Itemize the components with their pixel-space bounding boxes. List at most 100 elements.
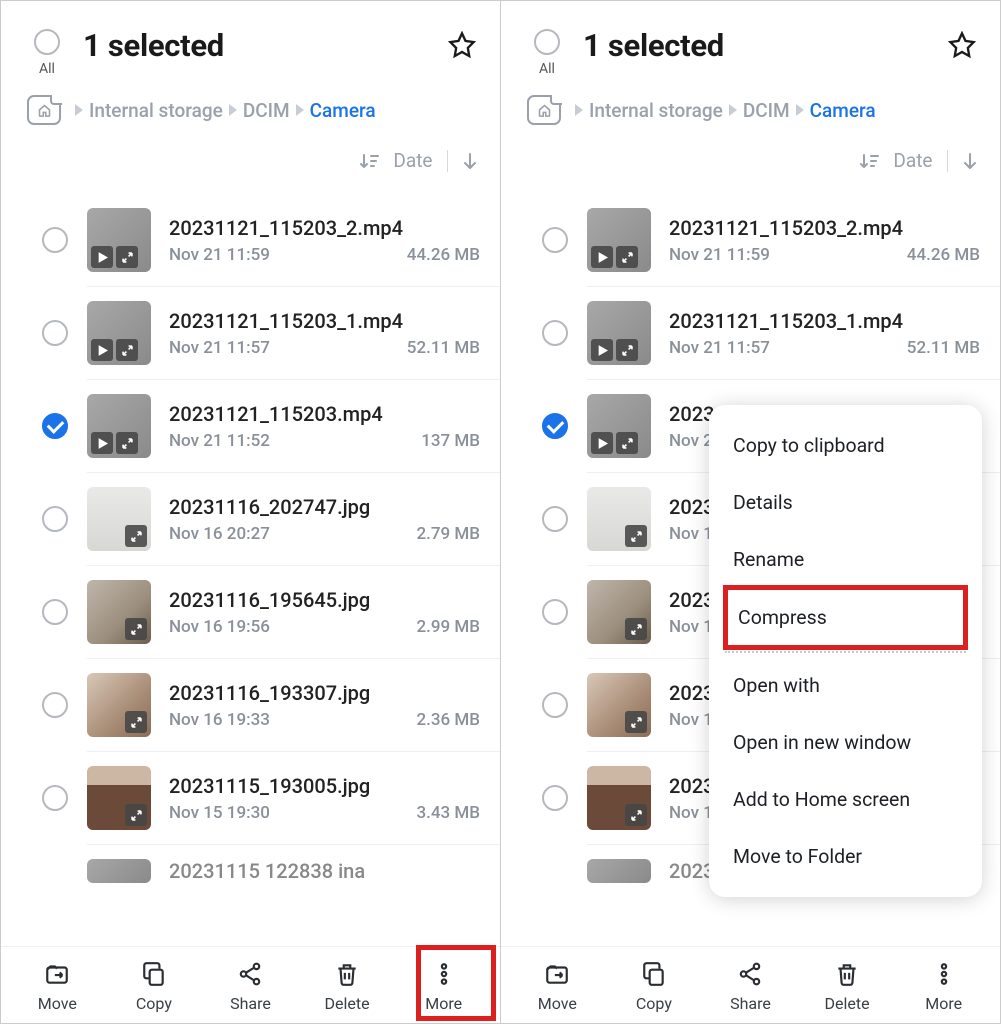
- menu-copy-clipboard[interactable]: Copy to clipboard: [709, 417, 982, 474]
- select-all[interactable]: All: [23, 29, 71, 77]
- file-size: 2.99 MB: [416, 617, 480, 637]
- sort-icon[interactable]: [859, 152, 879, 170]
- file-thumbnail[interactable]: [87, 673, 151, 737]
- expand-icon: [116, 246, 138, 268]
- file-select-radio[interactable]: [542, 692, 568, 718]
- share-button[interactable]: Share: [702, 961, 799, 1013]
- breadcrumb-item[interactable]: DCIM: [243, 99, 290, 122]
- sort-icon[interactable]: [359, 152, 379, 170]
- file-row[interactable]: 20231116_202747.jpgNov 16 20:272.79 MB: [87, 472, 500, 565]
- file-select-radio[interactable]: [42, 413, 68, 439]
- file-row[interactable]: 20231121_115203_1.mp4Nov 21 11:5752.11 M…: [87, 286, 500, 379]
- menu-separator: [725, 651, 966, 653]
- file-select-radio[interactable]: [42, 599, 68, 625]
- menu-compress[interactable]: Compress: [728, 590, 963, 645]
- file-select-radio[interactable]: [42, 692, 68, 718]
- file-select-radio[interactable]: [542, 785, 568, 811]
- file-date: Nov 21 11:59: [669, 245, 770, 265]
- delete-button[interactable]: Delete: [799, 961, 896, 1013]
- file-row[interactable]: 20231115_193005.jpgNov 15 19:303.43 MB: [87, 751, 500, 844]
- move-button[interactable]: Move: [509, 961, 606, 1013]
- file-date: Nov 21 11:52: [169, 431, 270, 451]
- play-icon: [591, 246, 613, 268]
- file-thumbnail[interactable]: [587, 301, 651, 365]
- file-row[interactable]: 20231116_193307.jpgNov 16 19:332.36 MB: [87, 658, 500, 751]
- file-row[interactable]: 20231116_195645.jpgNov 16 19:562.99 MB: [87, 565, 500, 658]
- file-thumbnail[interactable]: [587, 487, 651, 551]
- file-info: 20231121_115203_1.mp4Nov 21 11:5752.11 M…: [669, 309, 980, 358]
- file-thumbnail[interactable]: [87, 487, 151, 551]
- page-title: 1 selected: [83, 27, 448, 64]
- sort-direction-icon[interactable]: [962, 152, 978, 170]
- file-date: Nov 16 19:56: [169, 617, 270, 637]
- expand-icon: [625, 618, 647, 640]
- file-row[interactable]: 20231121_115203.mp4Nov 21 11:52137 MB: [87, 379, 500, 472]
- file-size: 44.26 MB: [907, 245, 980, 265]
- file-select-radio[interactable]: [542, 227, 568, 253]
- select-all-radio[interactable]: [34, 29, 60, 55]
- breadcrumb: Internal storage DCIM Camera: [1, 89, 500, 143]
- file-select-radio[interactable]: [542, 413, 568, 439]
- select-all-radio[interactable]: [534, 29, 560, 55]
- menu-rename[interactable]: Rename: [709, 531, 982, 588]
- favorite-button[interactable]: [448, 31, 476, 59]
- file-select-radio[interactable]: [542, 506, 568, 532]
- file-row[interactable]: 20231115 122838 ina: [87, 844, 500, 883]
- file-info: 20231121_115203_2.mp4Nov 21 11:5944.26 M…: [169, 216, 480, 265]
- more-button[interactable]: More: [895, 961, 992, 1013]
- breadcrumb-item[interactable]: Internal storage: [89, 99, 223, 122]
- file-thumbnail[interactable]: [87, 301, 151, 365]
- file-thumbnail[interactable]: [587, 394, 651, 458]
- file-thumbnail[interactable]: [587, 580, 651, 644]
- file-thumbnail[interactable]: [87, 859, 151, 883]
- favorite-button[interactable]: [948, 31, 976, 59]
- file-select-radio[interactable]: [542, 320, 568, 346]
- file-thumbnail[interactable]: [587, 673, 651, 737]
- file-select-radio[interactable]: [42, 506, 68, 532]
- sort-label[interactable]: Date: [393, 149, 432, 172]
- delete-button[interactable]: Delete: [299, 961, 396, 1013]
- file-row[interactable]: 20231121_115203_1.mp4Nov 21 11:5752.11 M…: [587, 286, 1000, 379]
- expand-icon: [125, 804, 147, 826]
- copy-button[interactable]: Copy: [106, 961, 203, 1013]
- file-list[interactable]: 20231121_115203_2.mp4Nov 21 11:5944.26 M…: [1, 194, 500, 946]
- expand-icon: [116, 339, 138, 361]
- file-thumbnail[interactable]: [87, 580, 151, 644]
- menu-move-folder[interactable]: Move to Folder: [709, 828, 982, 885]
- file-select-radio[interactable]: [42, 227, 68, 253]
- file-thumbnail[interactable]: [587, 766, 651, 830]
- sort-direction-icon[interactable]: [462, 152, 478, 170]
- file-thumbnail[interactable]: [87, 394, 151, 458]
- move-button[interactable]: Move: [9, 961, 106, 1013]
- breadcrumb-item-active[interactable]: Camera: [310, 99, 376, 122]
- sort-bar: Date: [1, 143, 500, 194]
- file-select-radio[interactable]: [542, 599, 568, 625]
- home-icon[interactable]: [527, 95, 561, 125]
- breadcrumb-item-active[interactable]: Camera: [810, 99, 876, 122]
- file-row[interactable]: 20231121_115203_2.mp4Nov 21 11:5944.26 M…: [23, 194, 500, 286]
- file-name: 20231121_115203_1.mp4: [169, 309, 480, 333]
- breadcrumb-item[interactable]: DCIM: [743, 99, 790, 122]
- menu-open-with[interactable]: Open with: [709, 657, 982, 714]
- file-date: Nov 16 20:27: [169, 524, 270, 544]
- file-thumbnail[interactable]: [87, 208, 151, 272]
- file-thumbnail[interactable]: [87, 766, 151, 830]
- file-row[interactable]: 20231121_115203_2.mp4Nov 21 11:5944.26 M…: [523, 194, 1000, 286]
- menu-details[interactable]: Details: [709, 474, 982, 531]
- select-all[interactable]: All: [523, 29, 571, 77]
- file-thumbnail[interactable]: [587, 859, 651, 883]
- file-select-radio[interactable]: [42, 785, 68, 811]
- file-select-radio[interactable]: [42, 320, 68, 346]
- menu-add-home[interactable]: Add to Home screen: [709, 771, 982, 828]
- menu-open-new-window[interactable]: Open in new window: [709, 714, 982, 771]
- copy-button[interactable]: Copy: [606, 961, 703, 1013]
- share-button[interactable]: Share: [202, 961, 299, 1013]
- file-name: 20231116_193307.jpg: [169, 681, 480, 705]
- sort-label[interactable]: Date: [893, 149, 932, 172]
- breadcrumb-item[interactable]: Internal storage: [589, 99, 723, 122]
- home-icon[interactable]: [27, 95, 61, 125]
- expand-icon: [125, 525, 147, 547]
- file-date: Nov 16 19:33: [169, 710, 270, 730]
- expand-icon: [616, 339, 638, 361]
- file-thumbnail[interactable]: [587, 208, 651, 272]
